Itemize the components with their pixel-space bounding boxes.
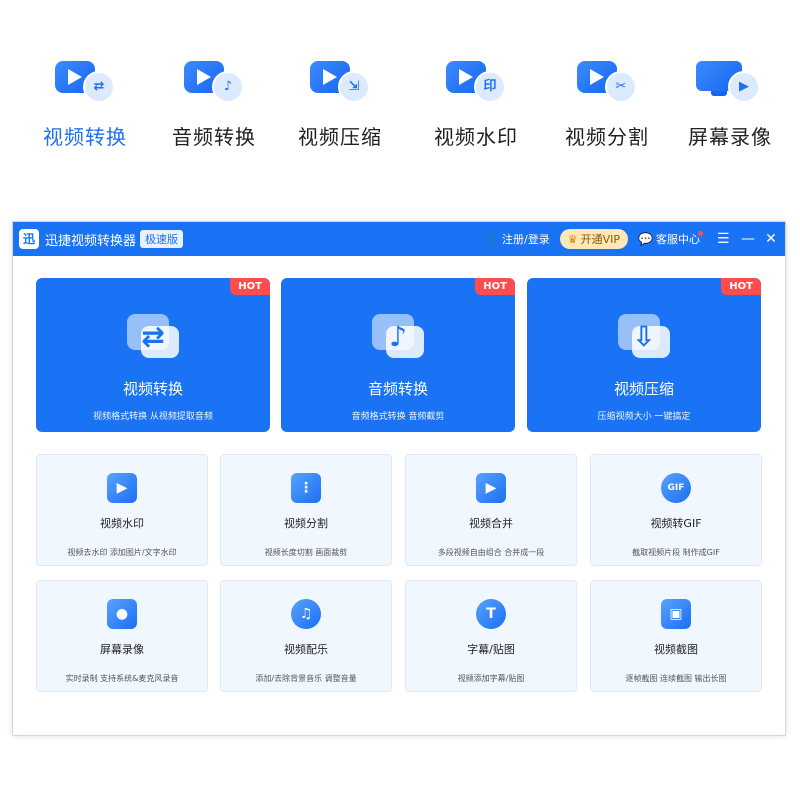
card-subtitle: 截取视频片段 制作成GIF bbox=[632, 548, 720, 557]
menu-icon[interactable]: ☰ bbox=[717, 231, 730, 247]
star-text-icon: T bbox=[476, 599, 506, 629]
feature-strip: ⇄ 视频转换 ♪ 音频转换 ⇲ 视频压缩 印 视频水印 ✂ 视频分割 ▶ 屏幕录… bbox=[0, 0, 800, 200]
hot-badge: HOT bbox=[230, 278, 270, 295]
strip-label: 视频压缩 bbox=[298, 125, 382, 149]
card-video-watermark[interactable]: ▶ 视频水印 视频去水印 添加图片/文字水印 bbox=[36, 454, 208, 566]
card-video-convert[interactable]: HOT ⇄ 视频转换 视频格式转换 从视频提取音频 bbox=[36, 278, 270, 432]
strip-item-video-compress[interactable]: ⇲ 视频压缩 bbox=[280, 55, 400, 150]
image-icon: ▣ bbox=[661, 599, 691, 629]
card-subtitle: 实时录制 支持系统&麦克风录音 bbox=[65, 674, 179, 683]
card-subtitle-sticker[interactable]: T 字幕/贴图 视频添加字幕/贴图 bbox=[405, 580, 577, 692]
strip-label: 屏幕录像 bbox=[688, 125, 772, 149]
login-label: 注册/登录 bbox=[502, 233, 550, 246]
card-subtitle: 音频格式转换 音频截剪 bbox=[351, 412, 445, 422]
vip-label: 开通VIP bbox=[580, 233, 621, 246]
strip-label: 视频水印 bbox=[434, 125, 518, 149]
card-subtitle: 多段视频自由组合 合并成一段 bbox=[437, 548, 545, 557]
video-convert-icon: ⇄ bbox=[123, 310, 183, 364]
card-video-compress[interactable]: HOT ⇩ 视频压缩 压缩视频大小 一键搞定 bbox=[527, 278, 761, 432]
app-title: 迅捷视频转换器 bbox=[45, 233, 137, 249]
video-watermark-icon: 印 bbox=[440, 55, 512, 107]
audio-convert-icon: ♪ bbox=[178, 55, 250, 107]
video-merge-icon: ▶ bbox=[476, 473, 506, 503]
hot-badge: HOT bbox=[475, 278, 515, 295]
card-title: 屏幕录像 bbox=[100, 643, 144, 656]
card-video-music[interactable]: ♫ 视频配乐 添加/去除背景音乐 调整音量 bbox=[220, 580, 392, 692]
strip-label: 视频转换 bbox=[43, 125, 127, 149]
edition-badge: 极速版 bbox=[140, 230, 184, 248]
card-title: 音频转换 bbox=[367, 380, 428, 398]
video-compress-icon: ⇲ bbox=[304, 55, 376, 107]
customer-service-button[interactable]: 💬 客服中心 bbox=[638, 230, 705, 247]
card-title: 视频截图 bbox=[654, 643, 698, 656]
hot-badge: HOT bbox=[721, 278, 761, 295]
card-video-screenshot[interactable]: ▣ 视频截图 逐帧截图 连续截图 输出长图 bbox=[590, 580, 762, 692]
video-convert-icon: ⇄ bbox=[49, 55, 121, 107]
video-split-icon: ✂ bbox=[571, 55, 643, 107]
title-bar: 迅 迅捷视频转换器 极速版 👤 注册/登录 ♛ 开通VIP 💬 客服中心 ☰ —… bbox=[13, 222, 785, 256]
card-title: 视频合并 bbox=[469, 517, 513, 530]
card-subtitle: 视频去水印 添加图片/文字水印 bbox=[67, 548, 177, 557]
card-subtitle: 逐帧截图 连续截图 输出长图 bbox=[625, 674, 727, 683]
card-subtitle: 视频格式转换 从视频提取音频 bbox=[93, 412, 213, 422]
card-video-split[interactable]: ⋮ 视频分割 视频长度切割 画面裁剪 bbox=[220, 454, 392, 566]
strip-item-video-convert[interactable]: ⇄ 视频转换 bbox=[25, 55, 145, 150]
strip-label: 音频转换 bbox=[172, 125, 256, 149]
card-subtitle: 压缩视频大小 一键搞定 bbox=[597, 412, 691, 422]
screen-record-icon: ● bbox=[107, 599, 137, 629]
card-video-to-gif[interactable]: GIF 视频转GIF 截取视频片段 制作成GIF bbox=[590, 454, 762, 566]
login-button[interactable]: 👤 注册/登录 bbox=[484, 231, 550, 247]
card-subtitle: 视频长度切割 画面裁剪 bbox=[264, 548, 348, 557]
app-logo-icon: 迅 bbox=[19, 229, 39, 249]
card-title: 视频压缩 bbox=[613, 380, 674, 398]
card-title: 视频转换 bbox=[122, 380, 183, 398]
strip-item-video-watermark[interactable]: 印 视频水印 bbox=[416, 55, 536, 150]
strip-item-audio-convert[interactable]: ♪ 音频转换 bbox=[154, 55, 274, 150]
card-subtitle: 添加/去除背景音乐 调整音量 bbox=[255, 674, 357, 683]
user-icon: 👤 bbox=[484, 232, 500, 246]
strip-item-video-split[interactable]: ✂ 视频分割 bbox=[547, 55, 667, 150]
strip-label: 视频分割 bbox=[565, 125, 649, 149]
card-audio-convert[interactable]: HOT ♪ 音频转换 音频格式转换 音频截剪 bbox=[281, 278, 515, 432]
video-split-icon: ⋮ bbox=[291, 473, 321, 503]
card-title: 视频水印 bbox=[100, 517, 144, 530]
card-screen-record[interactable]: ● 屏幕录像 实时录制 支持系统&麦克风录音 bbox=[36, 580, 208, 692]
video-watermark-icon: ▶ bbox=[107, 473, 137, 503]
screen-record-icon: ▶ bbox=[694, 55, 766, 107]
card-title: 视频分割 bbox=[284, 517, 328, 530]
card-title: 视频配乐 bbox=[284, 643, 328, 656]
close-icon[interactable]: ✕ bbox=[765, 231, 777, 247]
card-title: 视频转GIF bbox=[650, 517, 702, 530]
card-subtitle: 视频添加字幕/贴图 bbox=[457, 674, 525, 683]
card-video-merge[interactable]: ▶ 视频合并 多段视频自由组合 合并成一段 bbox=[405, 454, 577, 566]
notification-dot bbox=[698, 230, 703, 236]
card-title: 字幕/贴图 bbox=[467, 643, 515, 656]
app-window: 迅 迅捷视频转换器 极速版 👤 注册/登录 ♛ 开通VIP 💬 客服中心 ☰ —… bbox=[12, 221, 786, 736]
minimize-icon[interactable]: — bbox=[741, 231, 755, 247]
music-disc-icon: ♫ bbox=[291, 599, 321, 629]
vip-button[interactable]: ♛ 开通VIP bbox=[559, 229, 629, 249]
video-compress-icon: ⇩ bbox=[614, 310, 674, 364]
audio-convert-icon: ♪ bbox=[368, 310, 428, 364]
main-content: HOT ⇄ 视频转换 视频格式转换 从视频提取音频 HOT ♪ 音频转换 音频格… bbox=[13, 256, 785, 735]
gif-icon: GIF bbox=[661, 473, 691, 503]
chat-icon: 💬 bbox=[638, 232, 653, 246]
service-label: 客服中心 bbox=[656, 233, 700, 246]
strip-item-screen-record[interactable]: ▶ 屏幕录像 bbox=[670, 55, 790, 150]
crown-icon: ♛ bbox=[567, 232, 578, 246]
